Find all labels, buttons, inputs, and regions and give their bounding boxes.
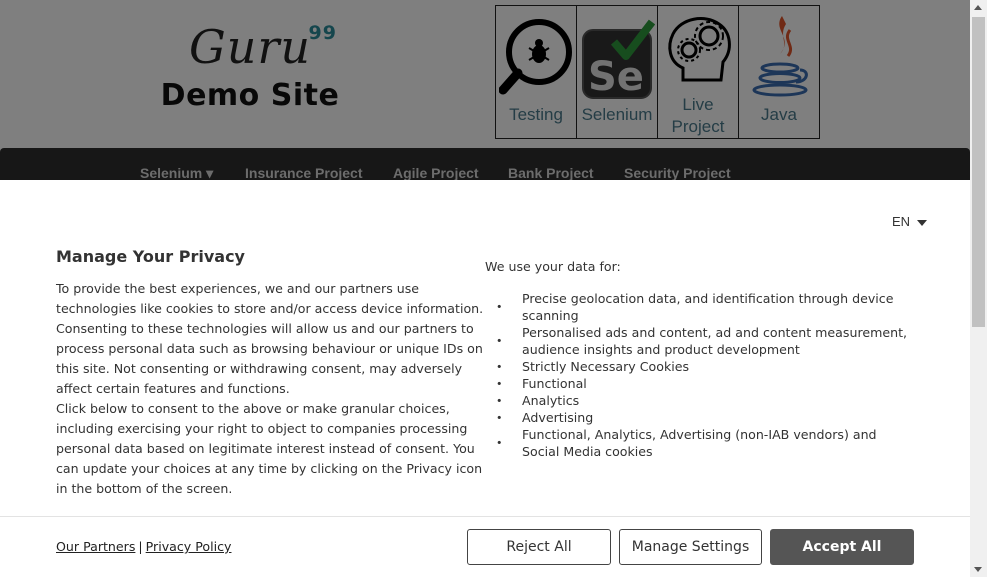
privacy-policy-link[interactable]: Privacy Policy bbox=[146, 539, 232, 554]
scroll-up-arrow-icon[interactable] bbox=[974, 5, 982, 10]
accept-all-button[interactable]: Accept All bbox=[770, 529, 914, 565]
consent-intro-paragraph-2: Click below to consent to the above or m… bbox=[56, 401, 483, 496]
vertical-scrollbar[interactable] bbox=[970, 0, 987, 577]
chevron-down-icon bbox=[917, 219, 928, 226]
data-use-item: Personalised ads and content, ad and con… bbox=[496, 324, 916, 358]
language-selector[interactable]: EN bbox=[892, 214, 928, 229]
data-uses-list: Precise geolocation data, and identifica… bbox=[496, 290, 916, 460]
reject-all-button[interactable]: Reject All bbox=[467, 529, 611, 565]
data-use-item: Advertising bbox=[496, 409, 916, 426]
link-separator: | bbox=[138, 539, 143, 554]
data-use-item: Strictly Necessary Cookies bbox=[496, 358, 916, 375]
our-partners-link[interactable]: Our Partners bbox=[56, 539, 135, 554]
footer-divider bbox=[0, 516, 970, 517]
data-uses-title: We use your data for: bbox=[485, 259, 621, 274]
language-label: EN bbox=[892, 214, 911, 229]
privacy-consent-panel: EN Manage Your Privacy To provide the be… bbox=[0, 180, 970, 577]
scroll-down-arrow-icon[interactable] bbox=[974, 567, 982, 572]
data-use-item: Functional bbox=[496, 375, 916, 392]
manage-settings-button[interactable]: Manage Settings bbox=[619, 529, 762, 565]
data-use-item: Functional, Analytics, Advertising (non-… bbox=[496, 426, 916, 460]
consent-intro: To provide the best experiences, we and … bbox=[56, 279, 484, 499]
data-use-item: Precise geolocation data, and identifica… bbox=[496, 290, 916, 324]
consent-links: Our Partners | Privacy Policy bbox=[56, 539, 231, 554]
data-use-item: Analytics bbox=[496, 392, 916, 409]
scrollbar-thumb[interactable] bbox=[972, 17, 985, 327]
consent-intro-paragraph-1: To provide the best experiences, we and … bbox=[56, 281, 484, 396]
consent-title: Manage Your Privacy bbox=[56, 247, 245, 266]
modal-backdrop bbox=[0, 0, 970, 180]
